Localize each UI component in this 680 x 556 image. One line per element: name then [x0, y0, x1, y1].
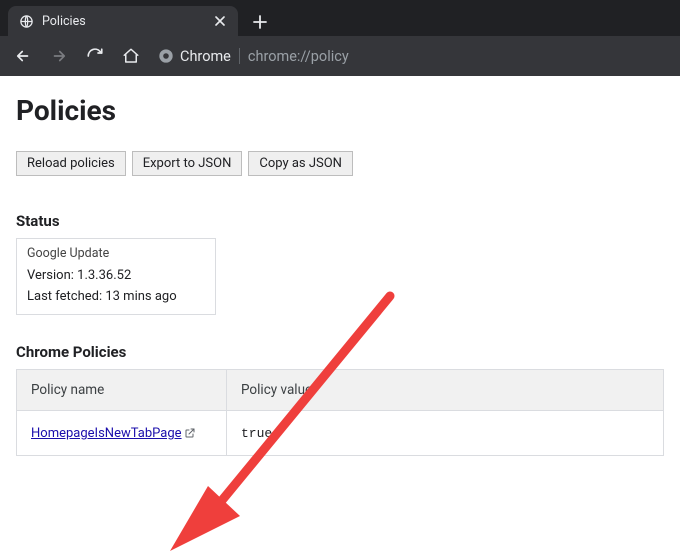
chrome-policies-section-title: Chrome Policies [16, 343, 664, 361]
export-json-button[interactable]: Export to JSON [132, 151, 243, 176]
forward-button[interactable] [44, 41, 74, 71]
fetched-value: 13 mins ago [105, 289, 176, 304]
new-tab-button[interactable] [246, 8, 274, 36]
status-card-legend: Google Update [27, 246, 205, 261]
url-text: chrome://policy [248, 48, 349, 65]
action-button-row: Reload policies Export to JSON Copy as J… [16, 151, 664, 176]
version-label: Version [27, 268, 71, 283]
policy-value-text: true [241, 426, 272, 441]
omnibox[interactable]: Chrome chrome://policy [158, 48, 349, 65]
site-identity: Chrome [158, 48, 231, 65]
policies-table: Policy name Policy value HomepageIsNewTa… [16, 369, 664, 456]
chrome-icon [158, 48, 174, 64]
page-title: Policies [16, 94, 664, 127]
reload-policies-button[interactable]: Reload policies [16, 151, 126, 176]
site-identity-label: Chrome [180, 48, 231, 65]
tab-strip: Policies [0, 0, 680, 36]
policy-name-link[interactable]: HomepageIsNewTabPage [31, 426, 182, 441]
omnibox-divider [239, 48, 240, 64]
copy-json-button[interactable]: Copy as JSON [248, 151, 353, 176]
status-section-title: Status [16, 212, 664, 230]
back-button[interactable] [8, 41, 38, 71]
version-value: 1.3.36.52 [77, 268, 131, 283]
status-version-row: Version: 1.3.36.52 [27, 268, 205, 283]
active-tab[interactable]: Policies [8, 6, 238, 36]
home-button[interactable] [116, 41, 146, 71]
fetched-label: Last fetched [27, 289, 99, 304]
reload-button[interactable] [80, 41, 110, 71]
col-policy-name: Policy name [17, 370, 227, 411]
col-policy-value: Policy value [227, 370, 664, 411]
table-row: HomepageIsNewTabPage true [17, 411, 664, 456]
toolbar: Chrome chrome://policy [0, 36, 680, 76]
close-icon[interactable] [212, 13, 228, 29]
external-link-icon [184, 427, 196, 439]
status-card: Google Update Version: 1.3.36.52 Last fe… [16, 238, 216, 315]
browser-chrome: Policies Chrome [0, 0, 680, 76]
status-fetched-row: Last fetched: 13 mins ago [27, 289, 205, 304]
tab-title: Policies [42, 14, 204, 29]
page-content: Policies Reload policies Export to JSON … [0, 76, 680, 474]
globe-icon [18, 13, 34, 29]
